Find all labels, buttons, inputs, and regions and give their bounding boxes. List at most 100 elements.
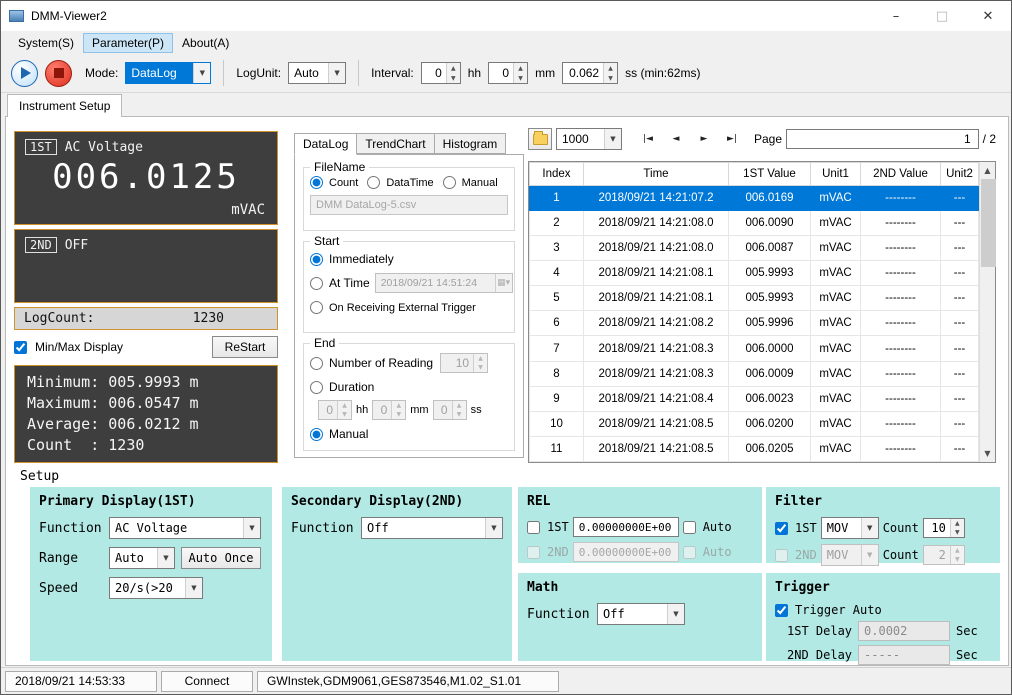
auto-once-button[interactable]: Auto Once xyxy=(181,547,261,569)
menu-parameter[interactable]: Parameter(P) xyxy=(83,33,173,53)
maximize-button[interactable]: □ xyxy=(919,1,965,31)
spin-up-icon[interactable]: ▲ xyxy=(392,401,405,410)
radio-end-number-of-reading[interactable] xyxy=(310,357,323,370)
trigger-delay2-input[interactable]: ----- xyxy=(858,645,950,665)
tab-histogram[interactable]: Histogram xyxy=(434,133,507,154)
table-scrollbar[interactable]: ▲ ▼ xyxy=(979,162,995,462)
rel-2nd-auto-checkbox[interactable] xyxy=(683,546,696,559)
menu-about[interactable]: About(A) xyxy=(173,33,238,53)
spin-up-icon[interactable]: ▲ xyxy=(514,63,527,73)
restart-button[interactable]: ReStart xyxy=(212,336,278,358)
col-unit2[interactable]: Unit2 xyxy=(941,163,979,186)
spin-down-icon[interactable]: ▼ xyxy=(447,73,460,83)
next-page-button[interactable]: ► xyxy=(692,128,716,150)
spin-up-icon[interactable]: ▲ xyxy=(604,63,617,73)
filter-1st-checkbox[interactable] xyxy=(775,522,788,535)
scroll-up-icon[interactable]: ▲ xyxy=(980,162,995,179)
minmax-checkbox[interactable] xyxy=(14,341,27,354)
table-row[interactable]: 62018/09/21 14:21:08.2005.9996mVAC------… xyxy=(530,311,979,336)
spin-down-icon[interactable]: ▼ xyxy=(604,73,617,83)
filter-2nd-type-select[interactable]: MOV ▼ xyxy=(821,544,879,566)
spinner-arrows[interactable]: ▲▼ xyxy=(452,401,466,419)
filter-1st-count-stepper[interactable]: 10 ▲▼ xyxy=(923,518,965,538)
radio-start-external-trigger[interactable] xyxy=(310,301,323,314)
radio-end-duration[interactable] xyxy=(310,381,323,394)
spinner-arrows[interactable]: ▲▼ xyxy=(950,546,964,564)
filename-input[interactable]: DMM DataLog-5.csv xyxy=(310,195,508,215)
table-row[interactable]: 12018/09/21 14:21:07.2006.0169mVAC------… xyxy=(530,186,979,211)
spin-up-icon[interactable]: ▲ xyxy=(951,519,964,528)
spinner-arrows[interactable]: ▲▼ xyxy=(950,519,964,537)
number-of-reading-stepper[interactable]: 10 ▲▼ xyxy=(440,353,488,373)
interval-minutes-stepper[interactable]: 0 ▲▼ xyxy=(488,62,528,84)
spin-down-icon[interactable]: ▼ xyxy=(951,528,964,537)
table-row[interactable]: 72018/09/21 14:21:08.3006.0000mVAC------… xyxy=(530,336,979,361)
duration-seconds-stepper[interactable]: 0 ▲▼ xyxy=(433,400,467,420)
spin-up-icon[interactable]: ▲ xyxy=(338,401,351,410)
page-number-input[interactable]: 1 xyxy=(786,129,979,149)
scroll-down-icon[interactable]: ▼ xyxy=(980,445,995,462)
col-unit1[interactable]: Unit1 xyxy=(811,163,861,186)
table-row[interactable]: 42018/09/21 14:21:08.1005.9993mVAC------… xyxy=(530,261,979,286)
interval-hours-stepper[interactable]: 0 ▲▼ xyxy=(421,62,461,84)
duration-hours-stepper[interactable]: 0 ▲▼ xyxy=(318,400,352,420)
tab-datalog[interactable]: DataLog xyxy=(294,133,357,155)
spin-down-icon[interactable]: ▼ xyxy=(951,555,964,564)
trigger-auto-checkbox[interactable] xyxy=(775,604,788,617)
radio-start-attime[interactable] xyxy=(310,277,323,290)
spin-up-icon[interactable]: ▲ xyxy=(447,63,460,73)
interval-seconds-stepper[interactable]: 0.062 ▲▼ xyxy=(562,62,618,84)
scrollbar-thumb[interactable] xyxy=(981,179,996,267)
trigger-delay1-input[interactable]: 0.0002 xyxy=(858,621,950,641)
spin-up-icon[interactable]: ▲ xyxy=(951,546,964,555)
primary-range-select[interactable]: Auto ▼ xyxy=(109,547,175,569)
minimize-button[interactable]: – xyxy=(873,1,919,31)
start-logging-button[interactable] xyxy=(11,60,38,87)
scrollbar-track[interactable] xyxy=(980,179,995,445)
logunit-select[interactable]: Auto ▼ xyxy=(288,62,346,84)
stop-logging-button[interactable] xyxy=(45,60,72,87)
spinner-arrows[interactable]: ▲▼ xyxy=(446,63,460,83)
spinner-arrows[interactable]: ▲▼ xyxy=(337,401,351,419)
open-file-button[interactable] xyxy=(528,128,552,150)
duration-minutes-stepper[interactable]: 0 ▲▼ xyxy=(372,400,406,420)
spin-up-icon[interactable]: ▲ xyxy=(474,354,487,363)
radio-end-manual[interactable] xyxy=(310,428,323,441)
table-row[interactable]: 92018/09/21 14:21:08.4006.0023mVAC------… xyxy=(530,386,979,411)
tab-trendchart[interactable]: TrendChart xyxy=(356,133,434,154)
primary-function-select[interactable]: AC Voltage ▼ xyxy=(109,517,261,539)
table-row[interactable]: 102018/09/21 14:21:08.5006.0200mVAC-----… xyxy=(530,411,979,436)
table-row[interactable]: 82018/09/21 14:21:08.3006.0009mVAC------… xyxy=(530,361,979,386)
spin-up-icon[interactable]: ▲ xyxy=(453,401,466,410)
math-function-select[interactable]: Off ▼ xyxy=(597,603,685,625)
radio-filename-datatime[interactable] xyxy=(367,176,380,189)
table-row[interactable]: 32018/09/21 14:21:08.0006.0087mVAC------… xyxy=(530,236,979,261)
filter-2nd-count-stepper[interactable]: 2 ▲▼ xyxy=(923,545,965,565)
col-1st-value[interactable]: 1ST Value xyxy=(729,163,811,186)
tab-instrument-setup[interactable]: Instrument Setup xyxy=(7,94,122,117)
spin-down-icon[interactable]: ▼ xyxy=(392,410,405,419)
connect-status[interactable]: Connect xyxy=(161,671,253,692)
last-page-button[interactable]: ►| xyxy=(720,128,744,150)
first-page-button[interactable]: |◄ xyxy=(636,128,660,150)
rel-2nd-checkbox[interactable] xyxy=(527,546,540,559)
primary-speed-select[interactable]: 20/s(>20 ▼ xyxy=(109,577,203,599)
start-datetime-picker[interactable]: 2018/09/21 14:51:24 ▦▾ xyxy=(375,273,513,293)
menu-system[interactable]: System(S) xyxy=(9,33,83,53)
spin-down-icon[interactable]: ▼ xyxy=(474,363,487,372)
col-2nd-value[interactable]: 2ND Value xyxy=(861,163,941,186)
filter-2nd-checkbox[interactable] xyxy=(775,549,788,562)
close-button[interactable]: ✕ xyxy=(965,1,1011,31)
radio-filename-manual[interactable] xyxy=(443,176,456,189)
spinner-arrows[interactable]: ▲▼ xyxy=(513,63,527,83)
spin-down-icon[interactable]: ▼ xyxy=(338,410,351,419)
spinner-arrows[interactable]: ▲▼ xyxy=(391,401,405,419)
rel-1st-auto-checkbox[interactable] xyxy=(683,521,696,534)
rel-1st-checkbox[interactable] xyxy=(527,521,540,534)
table-row[interactable]: 112018/09/21 14:21:08.5006.0205mVAC-----… xyxy=(530,436,979,461)
spinner-arrows[interactable]: ▲▼ xyxy=(603,63,617,83)
radio-start-immediately[interactable] xyxy=(310,253,323,266)
secondary-function-select[interactable]: Off ▼ xyxy=(361,517,503,539)
table-row[interactable]: 22018/09/21 14:21:08.0006.0090mVAC------… xyxy=(530,211,979,236)
mode-select[interactable]: DataLog ▼ xyxy=(125,62,211,84)
